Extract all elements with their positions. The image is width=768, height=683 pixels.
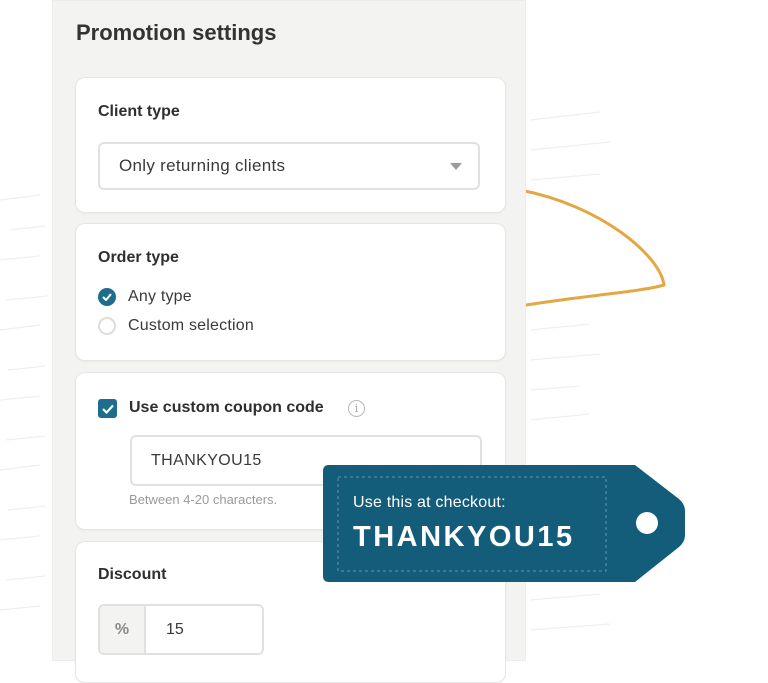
order-type-option-label: Custom selection: [128, 317, 254, 334]
order-type-option-custom[interactable]: Custom selection: [98, 317, 254, 335]
coupon-checkbox[interactable]: [98, 399, 117, 418]
coupon-code-value: THANKYOU15: [151, 451, 262, 469]
discount-input[interactable]: % 15: [98, 604, 264, 655]
discount-label: Discount: [98, 566, 167, 583]
checkmark-icon: [101, 404, 114, 414]
coupon-checkbox-label[interactable]: Use custom coupon code: [129, 399, 324, 417]
chevron-down-icon: [450, 163, 462, 170]
discount-value[interactable]: 15: [146, 606, 262, 653]
info-icon[interactable]: i: [348, 400, 365, 417]
order-type-option-label: Any type: [128, 288, 192, 305]
order-type-label: Order type: [98, 249, 179, 266]
tag-hole: [636, 512, 658, 534]
panel-title: Promotion settings: [76, 20, 277, 45]
order-type-card: Order type Any type Custom selection: [75, 223, 506, 361]
order-type-option-any[interactable]: Any type: [98, 288, 192, 306]
swoosh-line: [518, 188, 666, 308]
radio-unchecked-icon[interactable]: [98, 317, 116, 335]
tag-caption: Use this at checkout:: [353, 494, 506, 511]
client-type-label: Client type: [98, 103, 180, 120]
tag-coupon-code: THANKYOU15: [353, 521, 575, 553]
client-type-select[interactable]: Only returning clients: [98, 142, 480, 190]
client-type-card: Client type Only returning clients: [75, 77, 506, 213]
coupon-hint-text: Between 4-20 characters.: [129, 492, 278, 507]
client-type-selected-value: Only returning clients: [119, 156, 286, 175]
percent-addon: %: [100, 606, 146, 653]
radio-checked-icon[interactable]: [98, 288, 116, 306]
